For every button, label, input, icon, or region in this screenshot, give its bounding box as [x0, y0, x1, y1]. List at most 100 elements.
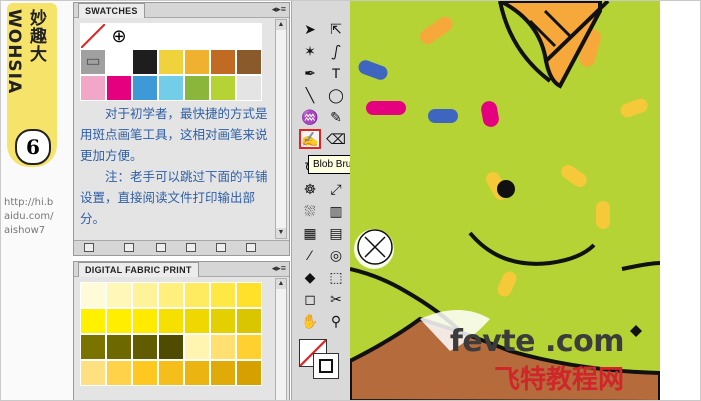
swatches-tab[interactable]: SWATCHES: [78, 3, 145, 18]
color-swatch[interactable]: [106, 49, 132, 75]
artwork-canvas[interactable]: fevte .com 飞特教程网: [350, 1, 660, 400]
blend-icon[interactable]: ◎: [325, 245, 347, 265]
fabric-swatch[interactable]: [236, 360, 262, 386]
watermark-line-1: fevte .com: [449, 324, 625, 359]
color-swatch[interactable]: [132, 49, 158, 75]
url-line-2: aidu.com/: [4, 211, 54, 222]
fabric-swatch[interactable]: [80, 334, 106, 360]
fabric-swatch[interactable]: [158, 282, 184, 308]
eraser-icon[interactable]: ⌫: [325, 129, 347, 149]
pen-icon[interactable]: ✒: [299, 63, 321, 83]
line-icon[interactable]: ╲: [299, 85, 321, 105]
new-color-group-icon[interactable]: [186, 243, 196, 252]
swatch-libraries-icon[interactable]: [84, 243, 94, 252]
pencil-icon[interactable]: ✎: [325, 107, 347, 127]
ellipse-icon[interactable]: ◯: [325, 85, 347, 105]
branding-strip: 妙趣大WOHSIA 6 http://hi.b aidu.com/ aishow…: [1, 1, 73, 400]
swatches-footer: [74, 240, 289, 255]
magic-wand-icon[interactable]: ✶: [299, 41, 321, 61]
live-paint-icon[interactable]: ◆: [299, 267, 321, 287]
fabric-tab[interactable]: DIGITAL FABRIC PRINT: [78, 262, 199, 277]
fabric-swatch[interactable]: [236, 334, 262, 360]
fabric-swatch[interactable]: [210, 308, 236, 334]
fabric-swatch[interactable]: [80, 360, 106, 386]
fabric-swatch[interactable]: [184, 360, 210, 386]
free-transform-icon[interactable]: ⤢: [325, 179, 347, 199]
fabric-swatch[interactable]: [132, 308, 158, 334]
new-swatch-icon[interactable]: [216, 243, 226, 252]
color-swatch[interactable]: [80, 75, 106, 101]
fabric-swatch[interactable]: [158, 360, 184, 386]
color-swatch[interactable]: [132, 23, 158, 49]
fabric-swatch[interactable]: [236, 282, 262, 308]
color-swatch[interactable]: [158, 23, 184, 49]
panel-menu-icon[interactable]: ◂▸≡: [272, 4, 286, 15]
fabric-scrollbar[interactable]: ▲: [275, 278, 287, 400]
fabric-swatch[interactable]: [106, 308, 132, 334]
direct-selection-icon[interactable]: ⇱: [325, 19, 347, 39]
fabric-swatch[interactable]: [158, 308, 184, 334]
color-swatch[interactable]: [210, 49, 236, 75]
symbol-sprayer-icon[interactable]: ⛆: [299, 201, 321, 221]
fabric-swatch[interactable]: [106, 360, 132, 386]
folder-icon[interactable]: ▭: [80, 49, 106, 75]
lasso-icon[interactable]: ഽ: [325, 41, 347, 61]
selection-icon[interactable]: ➤: [299, 19, 321, 39]
color-swatch[interactable]: [158, 75, 184, 101]
color-swatch[interactable]: [236, 23, 262, 49]
color-swatch[interactable]: [184, 75, 210, 101]
swatches-scrollbar[interactable]: ▲ ▼: [275, 19, 287, 239]
fabric-swatch[interactable]: [80, 308, 106, 334]
fabric-swatch[interactable]: [158, 334, 184, 360]
color-swatch[interactable]: [236, 75, 262, 101]
blob-brush-icon[interactable]: ✍: [299, 129, 321, 149]
color-swatch[interactable]: [210, 75, 236, 101]
mesh-icon[interactable]: ▦: [299, 223, 321, 243]
fabric-swatch[interactable]: [184, 282, 210, 308]
show-kinds-icon[interactable]: [124, 243, 134, 252]
fabric-swatch[interactable]: [106, 282, 132, 308]
fabric-swatch[interactable]: [80, 282, 106, 308]
scroll-up-icon[interactable]: ▲: [276, 279, 286, 289]
fabric-swatch[interactable]: [132, 334, 158, 360]
fabric-swatch[interactable]: [184, 334, 210, 360]
paintbrush-icon[interactable]: ♒: [299, 107, 321, 127]
type-icon[interactable]: T: [325, 63, 347, 83]
fabric-swatch[interactable]: [210, 360, 236, 386]
fabric-swatch[interactable]: [210, 334, 236, 360]
color-swatch[interactable]: [184, 23, 210, 49]
fabric-swatch[interactable]: [132, 360, 158, 386]
none-swatch[interactable]: [80, 23, 106, 49]
screenshot-frame: 妙趣大WOHSIA 6 http://hi.b aidu.com/ aishow…: [0, 0, 701, 401]
fabric-swatch[interactable]: [236, 308, 262, 334]
panel-menu-icon[interactable]: ◂▸≡: [272, 263, 286, 274]
slice-icon[interactable]: ✂: [325, 289, 347, 309]
color-swatch[interactable]: [236, 49, 262, 75]
color-swatch[interactable]: [132, 75, 158, 101]
watermark-line-2: 飞特教程网: [493, 365, 624, 395]
fill-stroke-icon[interactable]: [299, 339, 341, 383]
zoom-icon[interactable]: ⚲: [325, 311, 347, 331]
color-swatch[interactable]: [106, 75, 132, 101]
warp-icon[interactable]: ☸: [299, 179, 321, 199]
artboard-icon[interactable]: ◻: [299, 289, 321, 309]
fabric-swatch[interactable]: [184, 308, 210, 334]
hand-icon[interactable]: ✋: [299, 311, 321, 331]
live-paint-select-icon[interactable]: ⬚: [325, 267, 347, 287]
fabric-swatch[interactable]: [106, 334, 132, 360]
color-swatch[interactable]: [184, 49, 210, 75]
note-paragraph-1: 对于初学者，最快捷的方式是用斑点画笔工具，这相对画笔来说更加方便。: [80, 106, 268, 163]
delete-swatch-icon[interactable]: [246, 243, 256, 252]
scroll-up-icon[interactable]: ▲: [276, 20, 286, 30]
column-graph-icon[interactable]: ▥: [325, 201, 347, 221]
scroll-down-icon[interactable]: ▼: [276, 228, 286, 238]
color-swatch[interactable]: [210, 23, 236, 49]
swatch-options-icon[interactable]: [156, 243, 166, 252]
fabric-panel-header: DIGITAL FABRIC PRINT ◂▸≡: [74, 262, 289, 277]
registration-swatch[interactable]: ⊕: [106, 23, 132, 49]
fabric-swatch[interactable]: [210, 282, 236, 308]
fabric-swatch[interactable]: [132, 282, 158, 308]
eyedropper-icon[interactable]: ⁄: [299, 245, 321, 265]
gradient-icon[interactable]: ▤: [325, 223, 347, 243]
color-swatch[interactable]: [158, 49, 184, 75]
